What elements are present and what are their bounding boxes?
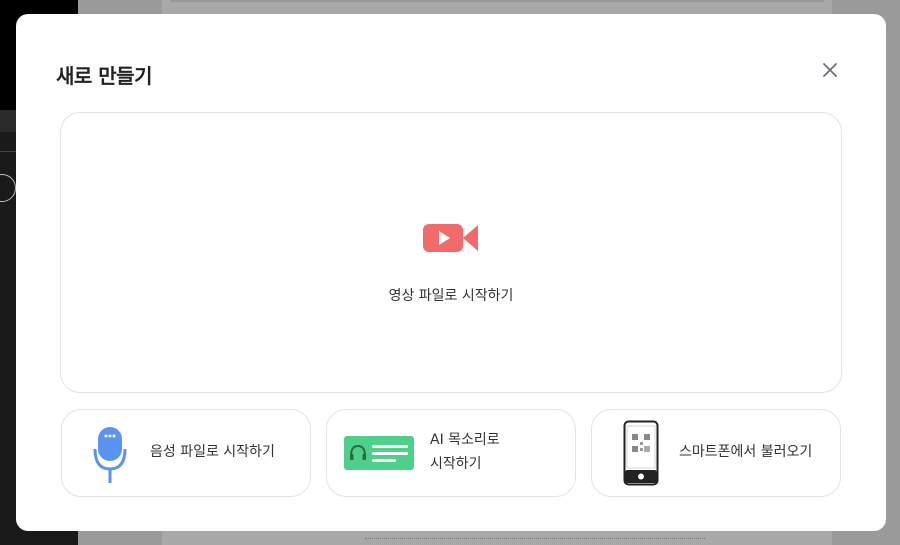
video-camera-icon <box>423 224 478 252</box>
close-button[interactable] <box>818 58 842 82</box>
start-from-video-label: 영상 파일로 시작하기 <box>388 288 514 304</box>
start-from-video-card[interactable]: 영상 파일로 시작하기 <box>60 112 842 393</box>
background-circle-button <box>0 174 16 202</box>
background-panel-bar <box>170 0 824 2</box>
background-dotted-line <box>365 538 705 539</box>
import-from-smartphone-card[interactable]: 스마트폰에서 불러오기 <box>591 409 841 497</box>
modal-title: 새로 만들기 <box>56 64 152 88</box>
microphone-icon <box>93 427 127 483</box>
start-with-ai-voice-label: AI 목소리로 시작하기 <box>430 428 500 476</box>
ai-voice-label-line2: 시작하기 <box>430 456 482 472</box>
ai-voice-label-line1: AI 목소리로 <box>430 432 500 448</box>
start-from-audio-card[interactable]: 음성 파일로 시작하기 <box>61 409 311 497</box>
start-from-audio-label: 음성 파일로 시작하기 <box>150 444 275 460</box>
start-with-ai-voice-card[interactable]: AI 목소리로 시작하기 <box>326 409 576 497</box>
import-from-smartphone-label: 스마트폰에서 불러오기 <box>679 444 813 460</box>
headphone-script-icon <box>344 436 414 470</box>
smartphone-qr-icon <box>623 420 659 486</box>
new-project-modal: 새로 만들기 영상 파일로 시작하기 음성 파일로 시작하기 AI 목소리로 시… <box>16 14 886 531</box>
close-icon <box>823 63 837 77</box>
